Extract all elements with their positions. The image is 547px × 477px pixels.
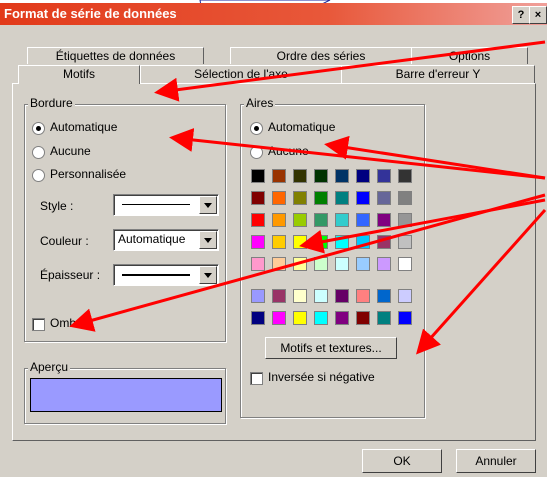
arrow-to-bordure-auto: [169, 128, 546, 180]
arrow-to-palette: [299, 198, 546, 254]
arrow-lines: [69, 40, 547, 355]
arrow-to-aires-auto: [324, 135, 546, 180]
arrow-to-motifs-tab: [154, 40, 546, 102]
arrow-to-ombre: [69, 193, 546, 332]
arrow-to-motifs-button: [416, 209, 547, 355]
format-dialog: Format de série de données ? × Étiquette…: [0, 0, 547, 477]
tab-motifs[interactable]: Motifs: [18, 65, 140, 84]
